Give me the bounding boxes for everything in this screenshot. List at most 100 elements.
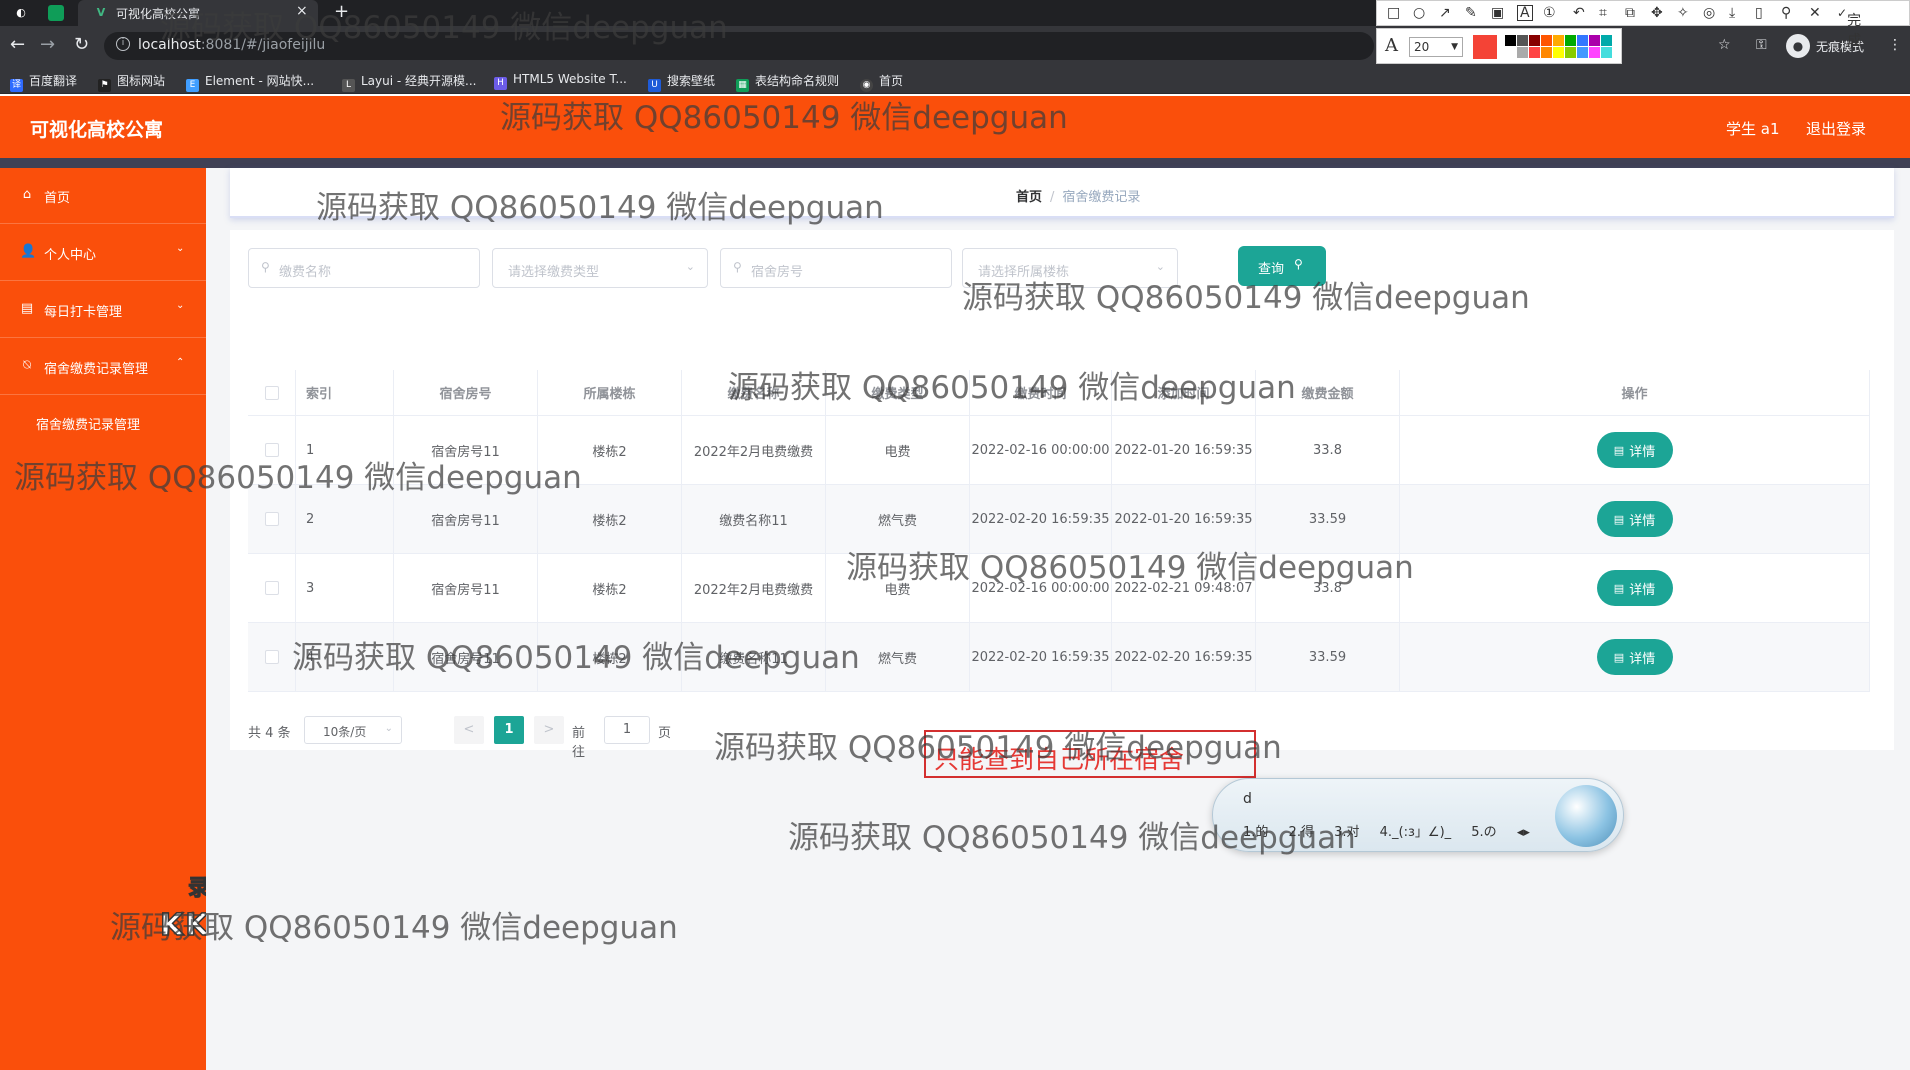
color-swatch[interactable]: [1505, 35, 1516, 46]
detail-button[interactable]: ▤ 详情: [1596, 432, 1673, 468]
building-select[interactable]: 请选择所属楼栋 ⌄: [962, 248, 1178, 288]
tab-app-icon[interactable]: [48, 5, 64, 21]
bookmark-item[interactable]: ⚑ 图标网站: [98, 72, 165, 92]
arrow-tool-icon[interactable]: ↗: [1439, 5, 1451, 21]
annotation-text-box[interactable]: 只能查到自己所在宿舍: [924, 730, 1256, 778]
url-text[interactable]: localhost:8081/#/jiaofeijilu: [138, 37, 325, 53]
color-swatch[interactable]: [1589, 47, 1600, 58]
color-swatch[interactable]: [1553, 47, 1564, 58]
fee-name-input[interactable]: ⚲ 缴费名称: [248, 248, 480, 288]
browser-menu-icon[interactable]: ◐: [12, 4, 30, 22]
row-checkbox[interactable]: [264, 581, 279, 595]
bookmark-item[interactable]: ▦ 表结构命名规则: [736, 72, 839, 92]
phone-icon[interactable]: ▯: [1755, 5, 1763, 21]
logout-link[interactable]: 退出登录: [1806, 118, 1866, 139]
color-swatch[interactable]: [1517, 35, 1528, 46]
undo-icon[interactable]: ↶: [1573, 5, 1585, 21]
back-arrow-icon[interactable]: ←: [10, 34, 25, 55]
ellipse-tool-icon[interactable]: ○: [1413, 5, 1425, 21]
submenu-item-dorm-fees[interactable]: 宿舍缴费记录管理: [0, 396, 206, 448]
sidebar-item-dorm-fees[interactable]: ⍉ 宿舍缴费记录管理 ⌃: [0, 339, 206, 395]
color-swatch[interactable]: [1529, 47, 1540, 58]
color-swatch[interactable]: [1601, 47, 1612, 58]
breadcrumb-home[interactable]: 首页: [1016, 190, 1042, 205]
new-tab-icon[interactable]: +: [334, 1, 349, 22]
checkbox[interactable]: [264, 385, 279, 400]
ime-candidate[interactable]: 5.の: [1471, 825, 1496, 840]
done-button[interactable]: ✓ 完成: [1837, 6, 1861, 49]
color-swatch[interactable]: [1517, 47, 1528, 58]
tab-title[interactable]: 可视化高校公寓: [116, 5, 200, 22]
ime-page-arrows-icon[interactable]: ◂▸: [1517, 825, 1530, 840]
close-icon[interactable]: ✕: [1809, 5, 1821, 21]
color-swatch[interactable]: [1553, 35, 1564, 46]
sidebar-item-profile[interactable]: 👤 个人中心 ⌄: [0, 225, 206, 281]
row-checkbox[interactable]: [264, 650, 279, 664]
next-page-button[interactable]: >: [534, 716, 564, 744]
row-checkbox-cell[interactable]: [248, 416, 296, 484]
ime-candidate[interactable]: 1.的: [1243, 825, 1268, 840]
color-swatch[interactable]: [1589, 35, 1600, 46]
reload-icon[interactable]: ↻: [74, 34, 89, 55]
bookmark-item[interactable]: ◉ 首页: [860, 72, 903, 92]
number-tool-icon[interactable]: ①: [1543, 5, 1556, 21]
color-swatch[interactable]: [1565, 47, 1576, 58]
detail-button[interactable]: ▤ 详情: [1596, 501, 1673, 537]
row-checkbox-cell[interactable]: [248, 485, 296, 553]
bookmark-item[interactable]: U 搜索壁纸: [648, 72, 715, 92]
brand-title: 可视化高校公寓: [30, 119, 164, 141]
crop-icon[interactable]: ⌗: [1599, 5, 1607, 21]
color-swatch[interactable]: [1577, 47, 1588, 58]
user-name[interactable]: 学生 a1: [1726, 118, 1780, 139]
row-checkbox-cell[interactable]: [248, 554, 296, 622]
copy-icon[interactable]: ⧉: [1625, 5, 1635, 21]
goto-page-input[interactable]: 1: [604, 716, 650, 744]
fee-type-select[interactable]: 请选择缴费类型 ⌄: [492, 248, 708, 288]
color-swatch[interactable]: [1565, 35, 1576, 46]
info-icon[interactable]: i: [116, 37, 130, 51]
bookmark-item[interactable]: 译百度翻译: [10, 72, 77, 92]
search-button[interactable]: 查询 ⚲: [1238, 246, 1326, 286]
magic-icon[interactable]: ✧: [1677, 5, 1689, 21]
sidebar-item-checkin[interactable]: ▤ 每日打卡管理 ⌄: [0, 282, 206, 338]
forward-arrow-icon[interactable]: →: [40, 34, 55, 55]
download-icon[interactable]: ⤓: [1729, 5, 1735, 21]
prev-page-button[interactable]: <: [454, 716, 484, 744]
page-number-current[interactable]: 1: [494, 716, 524, 744]
color-swatch[interactable]: [1541, 35, 1552, 46]
pen-tool-icon[interactable]: ✎: [1465, 5, 1477, 21]
sidebar-item-home[interactable]: ⌂ 首页: [0, 168, 206, 224]
pin-icon[interactable]: ✥: [1651, 5, 1663, 21]
ime-candidate[interactable]: 2.得: [1289, 825, 1314, 840]
mosaic-tool-icon[interactable]: ▣: [1491, 5, 1504, 21]
ime-candidate[interactable]: 3.对: [1334, 825, 1359, 840]
record-icon[interactable]: ◎: [1703, 5, 1715, 21]
color-swatch[interactable]: [1529, 35, 1540, 46]
ime-candidate[interactable]: 4._(:з」∠)_: [1380, 825, 1452, 840]
color-swatch[interactable]: [1577, 35, 1588, 46]
row-checkbox[interactable]: [264, 512, 279, 526]
bookmark-icon[interactable]: ⚲: [1781, 5, 1791, 21]
room-number-input[interactable]: ⚲ 宿舍房号: [720, 248, 952, 288]
key-icon[interactable]: ⚿: [1756, 37, 1767, 53]
page-size-select[interactable]: 10条/页 ⌄: [304, 716, 402, 744]
star-icon[interactable]: ☆: [1718, 37, 1731, 53]
font-size-select[interactable]: 20 ▼: [1409, 37, 1463, 57]
detail-button[interactable]: ▤ 详情: [1596, 639, 1673, 675]
row-checkbox[interactable]: [264, 443, 279, 457]
current-color-swatch[interactable]: [1473, 35, 1497, 59]
rectangle-tool-icon[interactable]: □: [1387, 5, 1400, 21]
row-checkbox-cell[interactable]: [248, 623, 296, 691]
bookmark-item[interactable]: E Element - 网站快...: [186, 72, 314, 92]
text-tool-icon[interactable]: A: [1517, 5, 1533, 21]
tab-close-icon[interactable]: ×: [296, 3, 308, 19]
bookmark-item[interactable]: L Layui - 经典开源模...: [342, 72, 476, 92]
incognito-avatar-icon[interactable]: ●: [1786, 34, 1810, 58]
bookmark-item[interactable]: H HTML5 Website T...: [494, 72, 627, 90]
color-swatch[interactable]: [1505, 47, 1516, 58]
color-swatch[interactable]: [1601, 35, 1612, 46]
select-all-checkbox[interactable]: [248, 370, 296, 415]
menu-dots-icon[interactable]: ⋮: [1888, 37, 1902, 53]
detail-button[interactable]: ▤ 详情: [1596, 570, 1673, 606]
color-swatch[interactable]: [1541, 47, 1552, 58]
